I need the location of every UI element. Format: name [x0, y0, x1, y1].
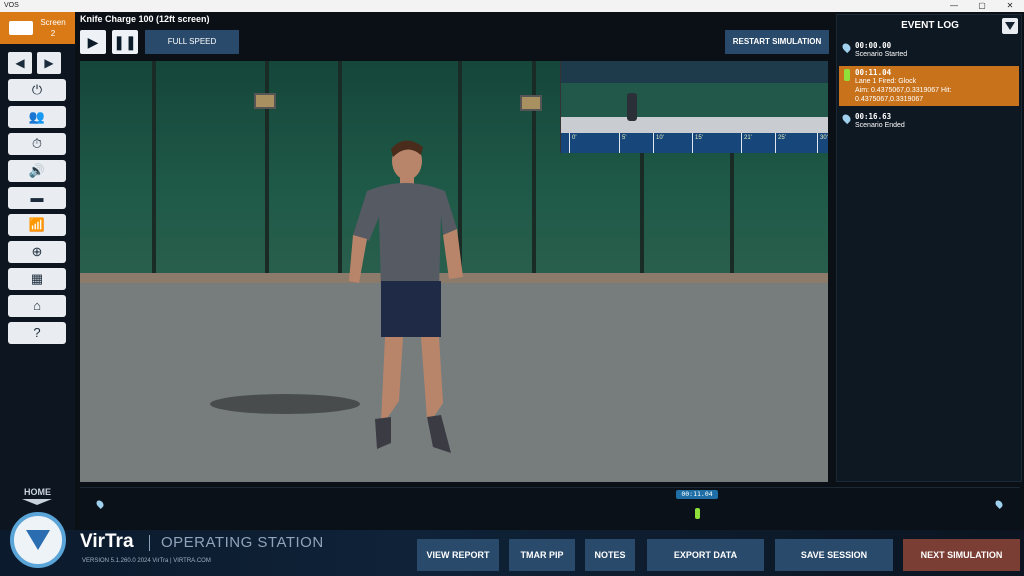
scenario-title: Knife Charge 100 (12ft screen)	[80, 14, 210, 24]
wifi-button[interactable]: 📶	[8, 214, 66, 236]
version-text: VERSION 5.1.260.0 2024 VirTra | VIRTRA.C…	[82, 558, 211, 564]
event-text: Aim: 0.4375067,0.3319067 Hit:	[855, 87, 952, 94]
screen-selector-button[interactable]: Screen 2	[0, 12, 75, 44]
close-button[interactable]: ✕	[996, 0, 1024, 12]
timeline-start-pin-icon[interactable]	[95, 499, 105, 509]
play-button[interactable]: ▶	[80, 30, 106, 54]
home-label[interactable]: HOME	[0, 487, 75, 497]
event-text: Scenario Ended	[855, 122, 905, 129]
event-time: 00:16.63	[855, 112, 892, 121]
distance-tick: 0'	[569, 133, 576, 153]
minimize-button[interactable]: —	[940, 0, 968, 12]
distance-tick: 21'	[741, 133, 752, 153]
view-report-button[interactable]: VIEW REPORT	[417, 539, 499, 571]
distance-tick: 30'	[817, 133, 828, 153]
help-icon: ?	[33, 325, 41, 340]
runner-shadow	[210, 394, 360, 414]
flashlight-icon: ▬	[30, 190, 44, 205]
distance-tick: 10'	[653, 133, 664, 153]
event-item[interactable]: 00:16.63 Scenario Ended	[839, 112, 1019, 132]
pause-button[interactable]: ❚❚	[112, 30, 138, 54]
notes-button[interactable]: NOTES	[585, 539, 635, 571]
target-icon: ⊕	[31, 244, 43, 259]
timeline-marker-time: 00:11.04	[676, 490, 718, 499]
layout-button[interactable]: ▦	[8, 268, 66, 290]
event-text: Scenario Started	[855, 51, 908, 58]
distance-tick: 5'	[619, 133, 626, 153]
event-time: 00:11.04	[855, 68, 892, 77]
users-icon: 👥	[28, 109, 46, 124]
tmar-pip-button[interactable]: TMAR PIP	[509, 539, 575, 571]
prev-screen-button[interactable]: ◀	[8, 52, 32, 74]
next-screen-button[interactable]: ▶	[37, 52, 61, 74]
home-chevron-icon[interactable]	[22, 499, 52, 505]
location-pin-icon	[840, 41, 853, 54]
charging-subject	[349, 140, 463, 453]
next-simulation-button[interactable]: NEXT SIMULATION	[903, 539, 1020, 571]
event-item-selected[interactable]: 00:11.04 Lane 1 Fired: Glock Aim: 0.4375…	[839, 66, 1019, 106]
presentation-icon: ⌂	[33, 298, 41, 313]
save-session-button[interactable]: SAVE SESSION	[775, 539, 893, 571]
target-button[interactable]: ⊕	[8, 241, 66, 263]
export-data-button[interactable]: EXPORT DATA	[647, 539, 764, 571]
product-name: OPERATING STATION	[161, 534, 324, 551]
maximize-button[interactable]: ▢	[968, 0, 996, 12]
event-log-panel: EVENT LOG 00:00.00 Scenario Started 00:1…	[836, 14, 1022, 482]
app-title: VOS	[4, 2, 19, 9]
shot-fired-icon	[844, 69, 850, 81]
layout-icon: ▦	[30, 271, 44, 286]
pip-subject	[627, 93, 637, 121]
brand-name: VirTra	[80, 531, 134, 552]
distance-tick: 25'	[775, 133, 786, 153]
event-log-title: EVENT LOG	[901, 20, 959, 31]
wifi-icon: 📶	[28, 217, 46, 232]
monitor-icon	[9, 21, 33, 35]
presentation-button[interactable]: ⌂	[8, 295, 66, 317]
screen-label: Screen	[40, 18, 66, 27]
full-speed-button[interactable]: FULL SPEED	[145, 30, 239, 54]
restart-simulation-button[interactable]: RESTART SIMULATION	[725, 30, 829, 54]
event-text: Lane 1 Fired: Glock	[855, 78, 917, 85]
event-time: 00:00.00	[855, 41, 892, 50]
flashlight-button[interactable]: ▬	[8, 187, 66, 209]
timeline-scrubber[interactable]: 00:11.04	[80, 487, 1020, 529]
timeline-end-pin-icon[interactable]	[994, 499, 1004, 509]
filter-button[interactable]	[1002, 18, 1018, 34]
tmar-pip-view: 0' 5' 10' 15' 21' 25' 30'	[560, 61, 828, 153]
location-pin-icon	[840, 112, 853, 125]
fence-sign	[520, 95, 542, 111]
users-button[interactable]: 👥	[8, 106, 66, 128]
volume-button[interactable]: 🔊	[8, 160, 66, 182]
volume-icon: 🔊	[28, 163, 46, 178]
power-icon: ⏻	[31, 82, 43, 97]
event-text: 0.4375067,0.3319067	[855, 96, 924, 103]
filter-icon	[1005, 22, 1015, 30]
screen-number: 2	[50, 29, 56, 38]
fence-sign	[254, 93, 276, 109]
timeline-shot-icon[interactable]	[695, 508, 700, 519]
timer-icon: ⏱	[31, 136, 43, 151]
sidebar: Screen 2 ◀ ▶ ⏻ 👥 ⏱ 🔊 ▬ 📶 ⊕ ▦ ⌂ ? HOME	[0, 12, 75, 576]
timer-button[interactable]: ⏱	[8, 133, 66, 155]
distance-tick: 15'	[692, 133, 703, 153]
help-button[interactable]: ?	[8, 322, 66, 344]
virtra-logo-badge[interactable]	[10, 512, 66, 568]
scenario-video[interactable]: 0' 5' 10' 15' 21' 25' 30'	[80, 61, 828, 482]
window-titlebar: VOS — ▢ ✕	[0, 0, 1024, 12]
event-item[interactable]: 00:00.00 Scenario Started	[839, 41, 1019, 61]
power-button[interactable]: ⏻	[8, 79, 66, 101]
